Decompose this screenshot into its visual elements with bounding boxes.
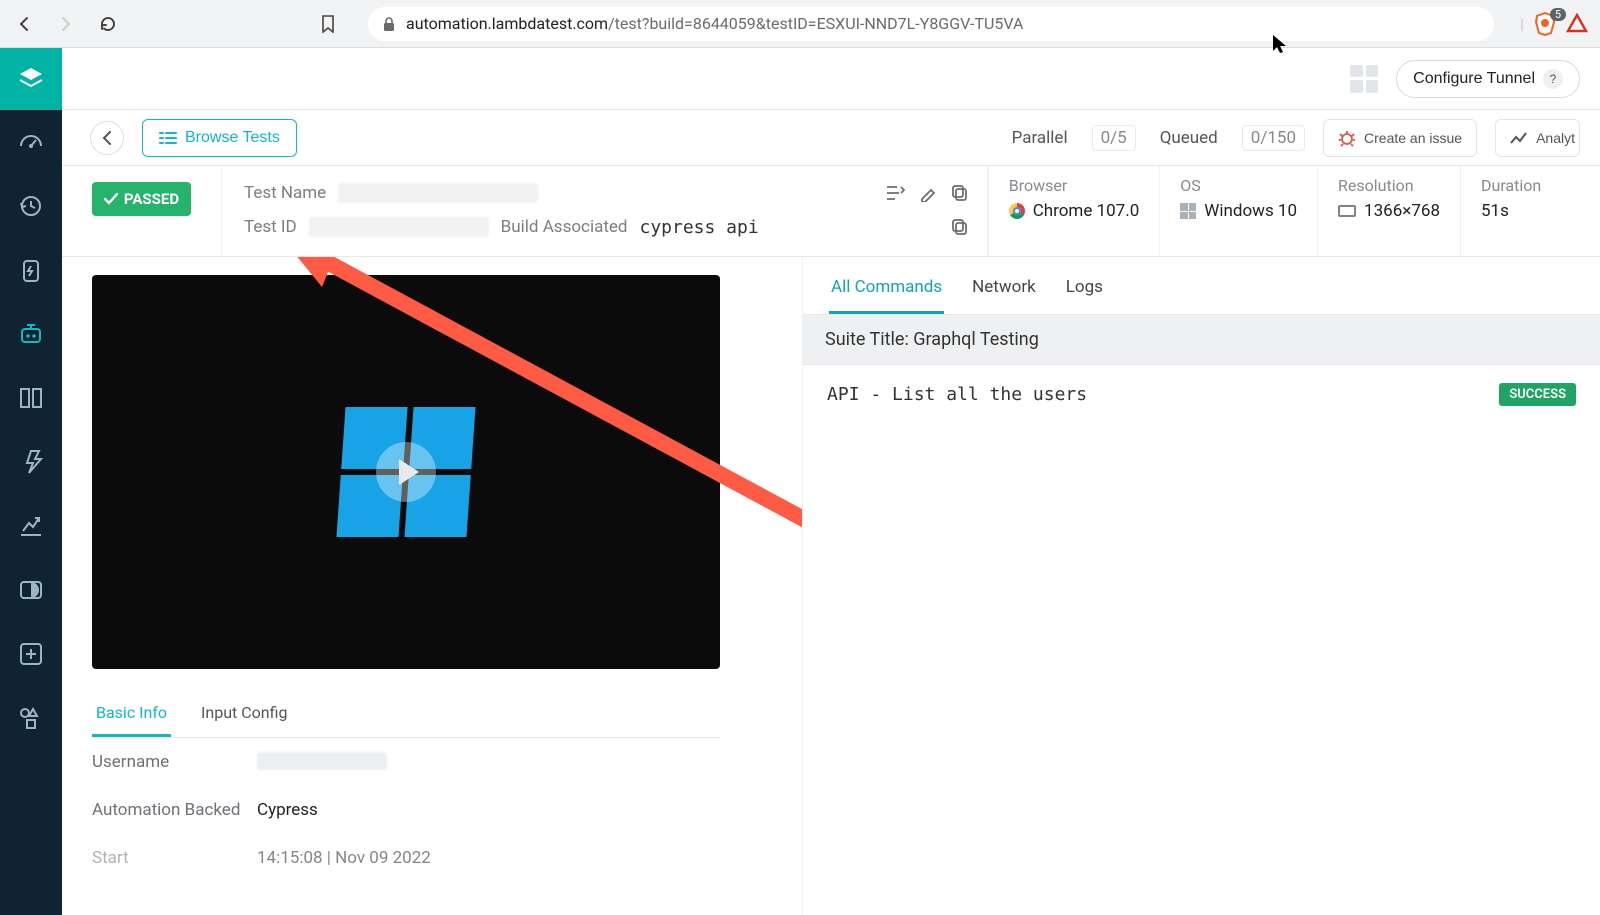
backed-value: Cypress [257, 800, 318, 820]
start-label: Start [92, 848, 257, 868]
analytics-icon[interactable] [0, 494, 62, 558]
browser-chrome: automation.lambdatest.com/test?build=864… [0, 0, 1600, 48]
back-nav-icon[interactable] [12, 12, 36, 36]
battery-icon[interactable] [0, 238, 62, 302]
resolution-value: 1366×768 [1364, 201, 1440, 221]
tab-input-config[interactable]: Input Config [197, 693, 291, 737]
create-issue-button[interactable]: Create an issue [1323, 119, 1477, 157]
tab-network[interactable]: Network [970, 273, 1038, 314]
side-rail [0, 48, 62, 915]
help-icon: ? [1543, 69, 1563, 89]
queued-label: Queued [1160, 128, 1218, 148]
lambdatest-logo-icon[interactable] [0, 48, 62, 110]
lock-icon [382, 16, 396, 32]
edit-icon[interactable] [919, 184, 937, 202]
command-tabs: All Commands Network Logs [803, 257, 1600, 315]
resolution-label: Resolution [1338, 176, 1440, 195]
analytics-label: Analyt [1536, 130, 1575, 146]
address-bar[interactable]: automation.lambdatest.com/test?build=864… [368, 7, 1494, 41]
configure-tunnel-label: Configure Tunnel [1413, 70, 1535, 88]
browse-tests-button[interactable]: Browse Tests [142, 119, 297, 157]
command-name: API - List all the users [827, 384, 1483, 405]
build-assoc-label: Build Associated [501, 217, 628, 237]
windows-icon [1180, 203, 1196, 219]
bug-icon [1338, 129, 1356, 147]
analytics-button[interactable]: Analyt [1495, 119, 1580, 157]
configure-tunnel-button[interactable]: Configure Tunnel ? [1396, 60, 1580, 98]
suite-title: Suite Title: Graphql Testing [803, 315, 1600, 365]
bookmark-icon[interactable] [316, 12, 340, 36]
username-value-redacted [257, 752, 387, 770]
start-value: 14:15:08 | Nov 09 2022 [257, 848, 431, 868]
browser-label: Browser [1009, 176, 1140, 195]
chrome-icon [1009, 203, 1025, 219]
performance-icon[interactable] [0, 430, 62, 494]
brave-shield-icon[interactable]: 5 [1534, 12, 1556, 36]
brave-logo-icon[interactable] [1566, 13, 1588, 35]
tab-logs[interactable]: Logs [1064, 273, 1105, 314]
play-icon [399, 459, 419, 485]
browse-tests-label: Browse Tests [185, 129, 280, 147]
compare-icon[interactable] [0, 366, 62, 430]
right-column: All Commands Network Logs Suite Title: G… [802, 257, 1600, 915]
test-name-label: Test Name [244, 183, 326, 203]
add-icon[interactable] [0, 622, 62, 686]
forward-nav-icon[interactable] [54, 12, 78, 36]
sub-header: Browse Tests Parallel 0/5 Queued 0/150 C… [62, 110, 1600, 166]
tab-basic-info[interactable]: Basic Info [92, 693, 171, 737]
automation-icon[interactable] [0, 302, 62, 366]
duration-label: Duration [1481, 176, 1580, 195]
list-icon [159, 130, 177, 146]
mouse-cursor-icon [1272, 34, 1288, 54]
back-button[interactable] [90, 121, 124, 155]
trend-icon [1510, 131, 1528, 145]
parallel-value: 0/5 [1092, 125, 1136, 151]
video-preview[interactable] [92, 275, 720, 669]
shapes-icon[interactable] [0, 686, 62, 750]
build-assoc-value: cypress api [639, 217, 758, 238]
tab-all-commands[interactable]: All Commands [829, 273, 944, 314]
duration-value: 51s [1481, 201, 1509, 221]
os-label: OS [1180, 176, 1297, 195]
status-label: PASSED [124, 190, 179, 208]
success-badge: SUCCESS [1499, 383, 1576, 406]
command-row[interactable]: API - List all the users SUCCESS [803, 365, 1600, 424]
test-id-label: Test ID [244, 217, 297, 237]
url-text: automation.lambdatest.com/test?build=864… [406, 14, 1023, 33]
os-value: Windows 10 [1204, 201, 1297, 221]
test-name-value-redacted [338, 183, 538, 203]
browser-value: Chrome 107.0 [1033, 201, 1140, 221]
copy-id-icon[interactable] [951, 218, 969, 236]
history-icon[interactable] [0, 174, 62, 238]
status-badge: PASSED [92, 182, 191, 216]
test-id-value-redacted [309, 217, 489, 237]
check-icon [104, 193, 118, 205]
play-button[interactable] [376, 442, 436, 502]
main-area: Configure Tunnel ? Browse Tests Parallel… [62, 48, 1600, 915]
create-issue-label: Create an issue [1364, 130, 1462, 146]
grid-view-icon[interactable] [1350, 65, 1378, 93]
backed-label: Automation Backed [92, 800, 257, 820]
username-label: Username [92, 752, 257, 772]
queued-value: 0/150 [1242, 125, 1305, 151]
info-tabs: Basic Info Input Config [92, 693, 720, 738]
dashboard-icon[interactable] [0, 110, 62, 174]
sort-icon[interactable] [885, 184, 905, 202]
top-strip: Configure Tunnel ? [62, 48, 1600, 110]
reload-icon[interactable] [96, 12, 120, 36]
shield-count-badge: 5 [1550, 8, 1566, 21]
parallel-label: Parallel [1012, 128, 1068, 148]
contrast-icon[interactable] [0, 558, 62, 622]
left-column: Basic Info Input Config Username Automat… [62, 257, 802, 915]
monitor-icon [1338, 205, 1356, 217]
copy-icon[interactable] [951, 184, 969, 202]
info-row: PASSED Test Name Test ID Build Associ [62, 166, 1600, 257]
